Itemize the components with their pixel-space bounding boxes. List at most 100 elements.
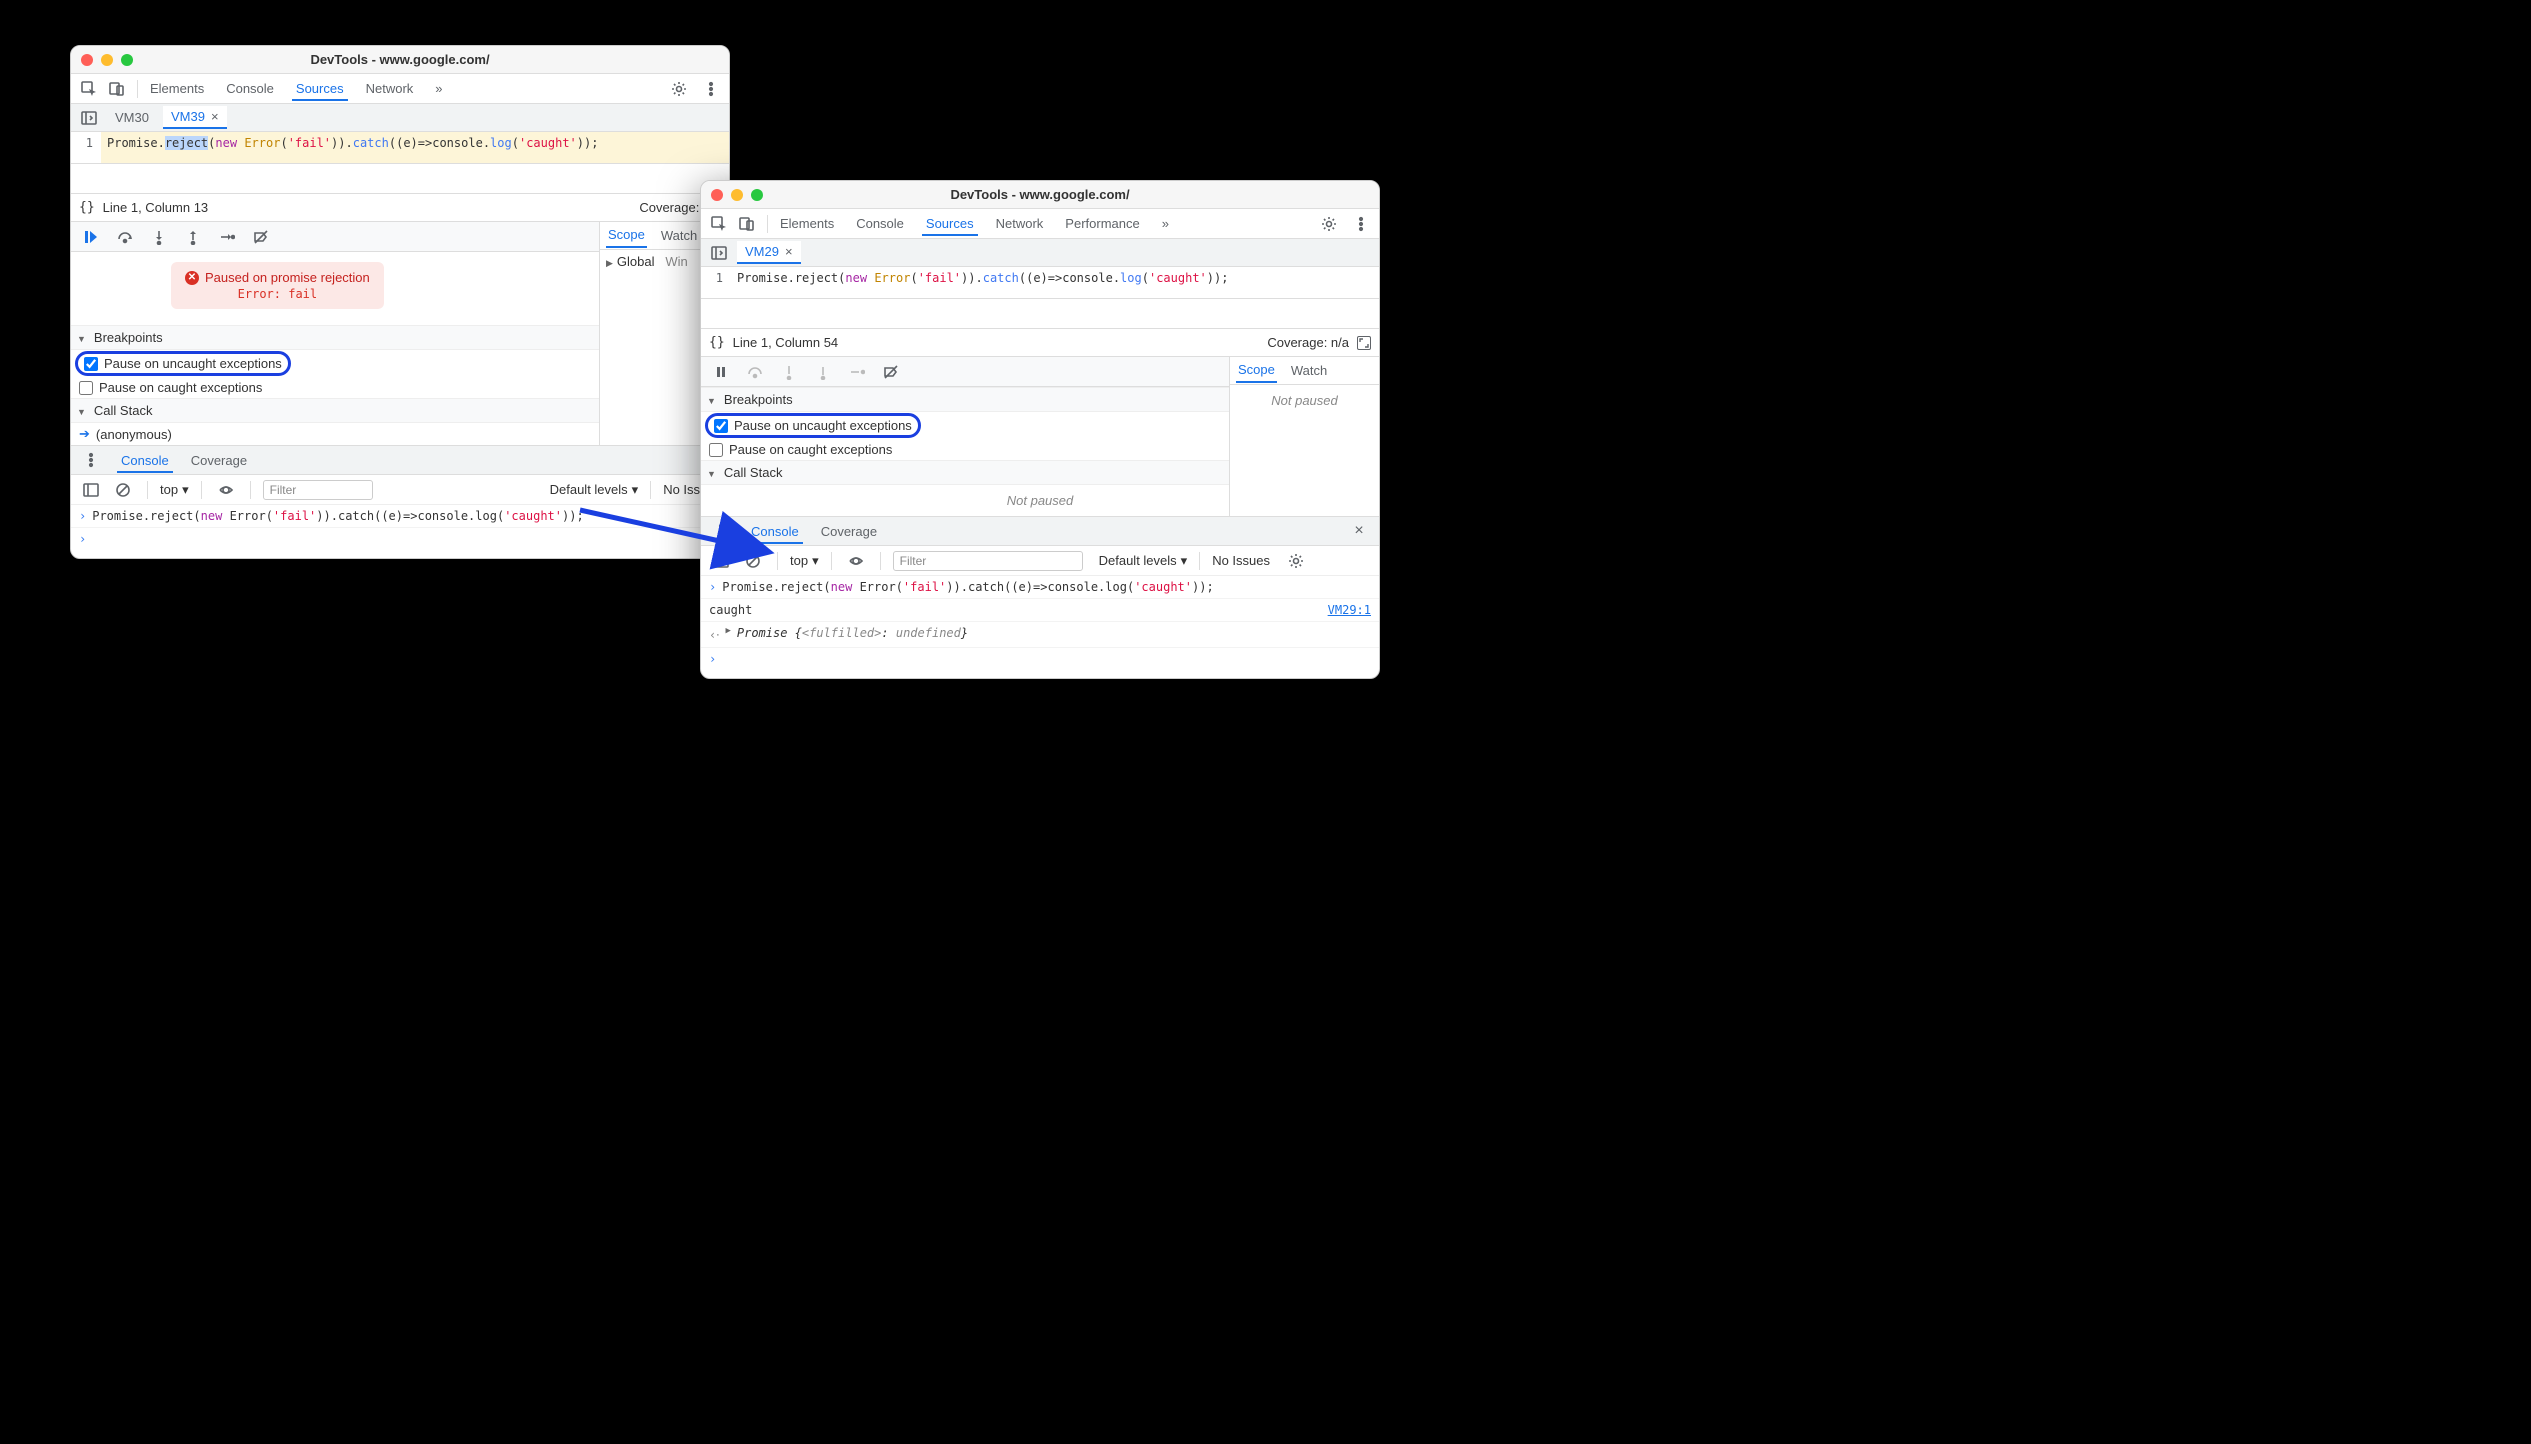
- checkbox-input[interactable]: [714, 419, 728, 433]
- file-tab-vm30[interactable]: VM30: [107, 107, 157, 128]
- braces-icon[interactable]: {}: [709, 335, 725, 350]
- code-line[interactable]: Promise.reject(new Error('fail')).catch(…: [101, 132, 729, 163]
- error-icon: ✕: [185, 271, 199, 285]
- tab-scope[interactable]: Scope: [606, 223, 647, 248]
- close-tab-icon[interactable]: ×: [785, 244, 793, 259]
- scope-tabs: Scope Watch: [1230, 357, 1379, 385]
- filter-input[interactable]: Filter: [263, 480, 373, 500]
- step-out-icon[interactable]: [181, 225, 205, 249]
- minimize-icon[interactable]: [731, 189, 743, 201]
- expand-icon[interactable]: [1357, 336, 1371, 350]
- context-selector[interactable]: top▾: [790, 553, 819, 569]
- console-settings-icon[interactable]: [1284, 549, 1308, 573]
- inspect-icon[interactable]: [707, 212, 731, 236]
- drawer-tab-console[interactable]: Console: [117, 448, 173, 473]
- device-toolbar-icon[interactable]: [735, 212, 759, 236]
- step-icon[interactable]: [215, 225, 239, 249]
- tab-console[interactable]: Console: [222, 76, 278, 101]
- tab-more[interactable]: »: [1158, 211, 1173, 236]
- resume-icon[interactable]: [79, 225, 103, 249]
- step-over-icon[interactable]: [113, 225, 137, 249]
- tab-sources[interactable]: Sources: [292, 76, 348, 101]
- console-prompt[interactable]: ›: [701, 648, 1379, 670]
- deactivate-breakpoints-icon[interactable]: [879, 360, 903, 384]
- chevron-down-icon: ▾: [1181, 553, 1188, 569]
- tab-elements[interactable]: Elements: [776, 211, 838, 236]
- tab-watch[interactable]: Watch: [1289, 359, 1329, 382]
- current-frame-icon: ➔: [79, 426, 90, 442]
- step-out-icon: [811, 360, 835, 384]
- tab-more[interactable]: »: [431, 76, 446, 101]
- console-source-link[interactable]: VM29:1: [1328, 603, 1371, 617]
- live-expression-icon[interactable]: [214, 478, 238, 502]
- close-icon[interactable]: [81, 54, 93, 66]
- separator: [137, 80, 138, 98]
- titlebar[interactable]: DevTools - www.google.com/: [701, 181, 1379, 209]
- maximize-icon[interactable]: [751, 189, 763, 201]
- gear-icon[interactable]: [1317, 212, 1341, 236]
- tab-console[interactable]: Console: [852, 211, 908, 236]
- navigator-toggle-icon[interactable]: [707, 241, 731, 265]
- clear-console-icon[interactable]: [111, 478, 135, 502]
- file-tab-vm29[interactable]: VM29 ×: [737, 241, 801, 264]
- console-output: caught: [709, 603, 752, 617]
- code-editor[interactable]: 1 Promise.reject(new Error('fail')).catc…: [701, 267, 1379, 299]
- drawer-menu-icon[interactable]: [709, 519, 733, 543]
- tab-performance[interactable]: Performance: [1061, 211, 1143, 236]
- drawer-tab-coverage[interactable]: Coverage: [187, 448, 251, 473]
- drawer-tabs: Console Coverage: [71, 445, 729, 475]
- gear-icon[interactable]: [667, 77, 691, 101]
- tab-network[interactable]: Network: [992, 211, 1048, 236]
- console-prompt[interactable]: ›: [71, 528, 729, 550]
- titlebar[interactable]: DevTools - www.google.com/: [71, 46, 729, 74]
- navigator-toggle-icon[interactable]: [77, 106, 101, 130]
- close-drawer-icon[interactable]: ×: [1347, 519, 1371, 543]
- console-command: Promise.reject(new Error('fail')).catch(…: [92, 509, 583, 523]
- maximize-icon[interactable]: [121, 54, 133, 66]
- close-tab-icon[interactable]: ×: [211, 109, 219, 124]
- checkbox-input[interactable]: [79, 381, 93, 395]
- tab-watch[interactable]: Watch: [659, 224, 699, 247]
- checkbox-input[interactable]: [84, 357, 98, 371]
- return-prompt-icon: ‹⸱: [709, 626, 719, 643]
- kebab-menu-icon[interactable]: [699, 77, 723, 101]
- deactivate-breakpoints-icon[interactable]: [249, 225, 273, 249]
- panel-tabs: Elements Console Sources Network »: [146, 76, 447, 101]
- inspect-icon[interactable]: [77, 77, 101, 101]
- pause-icon[interactable]: [709, 360, 733, 384]
- minimize-icon[interactable]: [101, 54, 113, 66]
- clear-console-icon[interactable]: [741, 549, 765, 573]
- file-tab-label: VM39: [171, 109, 205, 124]
- code-editor[interactable]: 1 Promise.reject(new Error('fail')).catc…: [71, 132, 729, 164]
- tab-sources[interactable]: Sources: [922, 211, 978, 236]
- filter-input[interactable]: Filter: [893, 551, 1083, 571]
- panel-tabs-row: Elements Console Sources Network Perform…: [701, 209, 1379, 239]
- tab-elements[interactable]: Elements: [146, 76, 208, 101]
- pause-uncaught-checkbox[interactable]: Pause on uncaught exceptions: [75, 351, 291, 376]
- pause-uncaught-checkbox[interactable]: Pause on uncaught exceptions: [705, 413, 921, 438]
- disclosure-triangle-icon[interactable]: ▶: [725, 626, 730, 643]
- code-line[interactable]: Promise.reject(new Error('fail')).catch(…: [731, 267, 1379, 298]
- tab-network[interactable]: Network: [362, 76, 418, 101]
- drawer-tab-coverage[interactable]: Coverage: [817, 519, 881, 544]
- issues-status[interactable]: No Issues: [1212, 553, 1270, 568]
- drawer-tab-console[interactable]: Console: [747, 519, 803, 544]
- log-levels-selector[interactable]: Default levels▾: [1099, 553, 1188, 569]
- kebab-menu-icon[interactable]: [1349, 212, 1373, 236]
- step-icon: [845, 360, 869, 384]
- editor-status-bar: {} Line 1, Column 13 Coverage: n/a: [71, 194, 729, 222]
- file-tab-vm39[interactable]: VM39 ×: [163, 106, 227, 129]
- step-into-icon[interactable]: [147, 225, 171, 249]
- sidebar-toggle-icon[interactable]: [79, 478, 103, 502]
- sidebar-toggle-icon[interactable]: [709, 549, 733, 573]
- file-tab-label: VM29: [745, 244, 779, 259]
- log-levels-selector[interactable]: Default levels▾: [550, 482, 639, 498]
- context-selector[interactable]: top▾: [160, 482, 189, 498]
- live-expression-icon[interactable]: [844, 549, 868, 573]
- tab-scope[interactable]: Scope: [1236, 358, 1277, 383]
- checkbox-input[interactable]: [709, 443, 723, 457]
- braces-icon[interactable]: {}: [79, 200, 95, 215]
- device-toolbar-icon[interactable]: [105, 77, 129, 101]
- drawer-menu-icon[interactable]: [79, 448, 103, 472]
- close-icon[interactable]: [711, 189, 723, 201]
